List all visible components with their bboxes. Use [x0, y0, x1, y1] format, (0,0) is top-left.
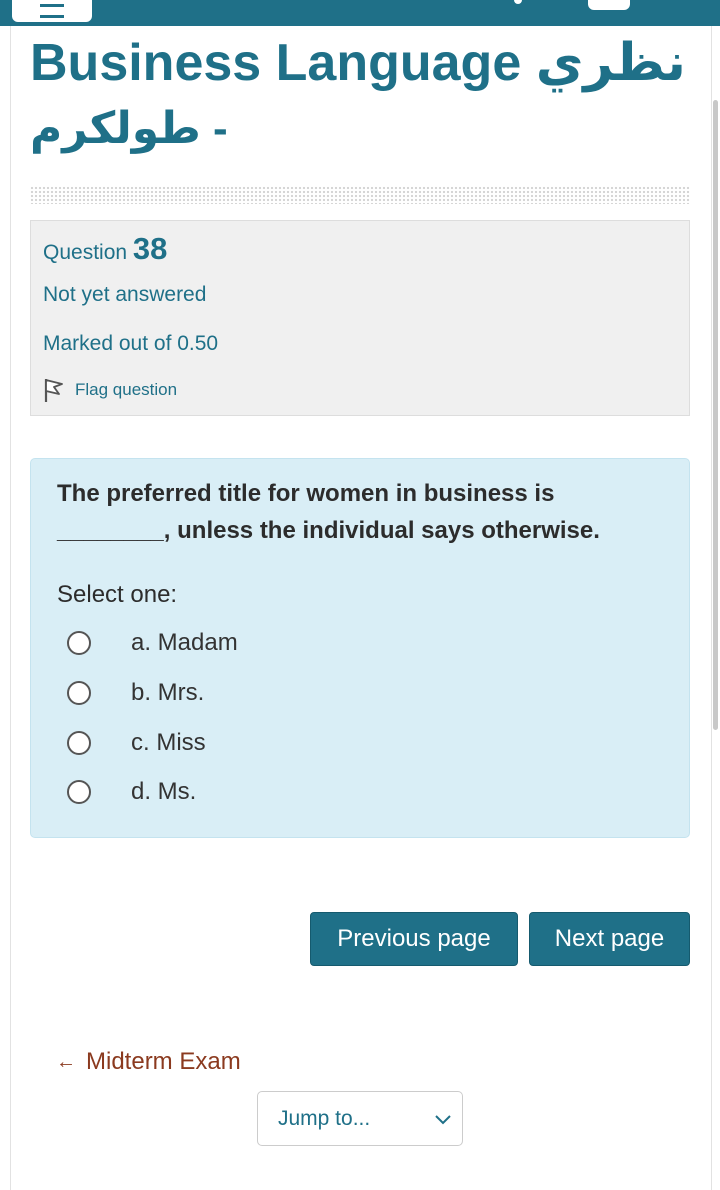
hamburger-menu-button[interactable]: [12, 0, 92, 22]
scrollbar[interactable]: [713, 100, 718, 730]
back-link-label: Midterm Exam: [86, 1048, 241, 1075]
question-number: Question 38: [43, 231, 167, 267]
back-to-activity-link[interactable]: ← Midterm Exam: [56, 1048, 241, 1076]
top-navbar: [0, 0, 720, 26]
question-content-panel: The preferred title for women in busines…: [30, 458, 690, 838]
question-info-panel: Question 38 Not yet answered Marked out …: [30, 220, 690, 416]
question-state: Not yet answered: [43, 283, 207, 306]
flag-icon: [44, 379, 63, 402]
radio-button[interactable]: [67, 681, 91, 705]
dotted-divider: [30, 186, 690, 204]
answer-option-b[interactable]: b. Mrs.: [67, 679, 204, 707]
previous-page-button[interactable]: Previous page: [310, 912, 518, 966]
answer-option-label: c. Miss: [131, 729, 206, 756]
radio-button[interactable]: [67, 731, 91, 755]
answer-option-label: a. Madam: [131, 629, 238, 656]
hamburger-menu-icon: [40, 4, 64, 18]
answer-option-a[interactable]: a. Madam: [67, 629, 238, 657]
answer-option-d[interactable]: d. Ms.: [67, 778, 196, 806]
select-one-prompt: Select one:: [57, 581, 178, 608]
radio-button[interactable]: [67, 631, 91, 655]
course-title-line1: Business Language نظري: [30, 34, 686, 92]
jump-to-select[interactable]: Jump to...: [257, 1091, 463, 1146]
flag-question-label: Flag question: [75, 380, 178, 399]
course-title: Business Language نظري - طولكرم: [30, 30, 690, 162]
jump-to-label: Jump to...: [278, 1106, 371, 1130]
answer-option-label: b. Mrs.: [131, 679, 205, 706]
course-title-line2: - طولكرم: [30, 104, 228, 153]
question-grade: Marked out of 0.50: [43, 332, 219, 355]
user-menu-button[interactable]: [588, 0, 630, 10]
question-text: The preferred title for women in busines…: [57, 480, 600, 544]
chevron-down-icon: [435, 1114, 451, 1124]
question-number-value: 38: [132, 231, 168, 266]
notification-icon[interactable]: [514, 0, 522, 4]
next-page-button[interactable]: Next page: [529, 912, 690, 966]
answer-option-label: d. Ms.: [131, 778, 197, 805]
question-label: Question: [43, 241, 128, 264]
flag-question-link[interactable]: Flag question: [43, 377, 177, 403]
answer-option-c[interactable]: c. Miss: [67, 729, 206, 757]
radio-button[interactable]: [67, 780, 91, 804]
left-arrow-icon: ←: [56, 1050, 76, 1073]
